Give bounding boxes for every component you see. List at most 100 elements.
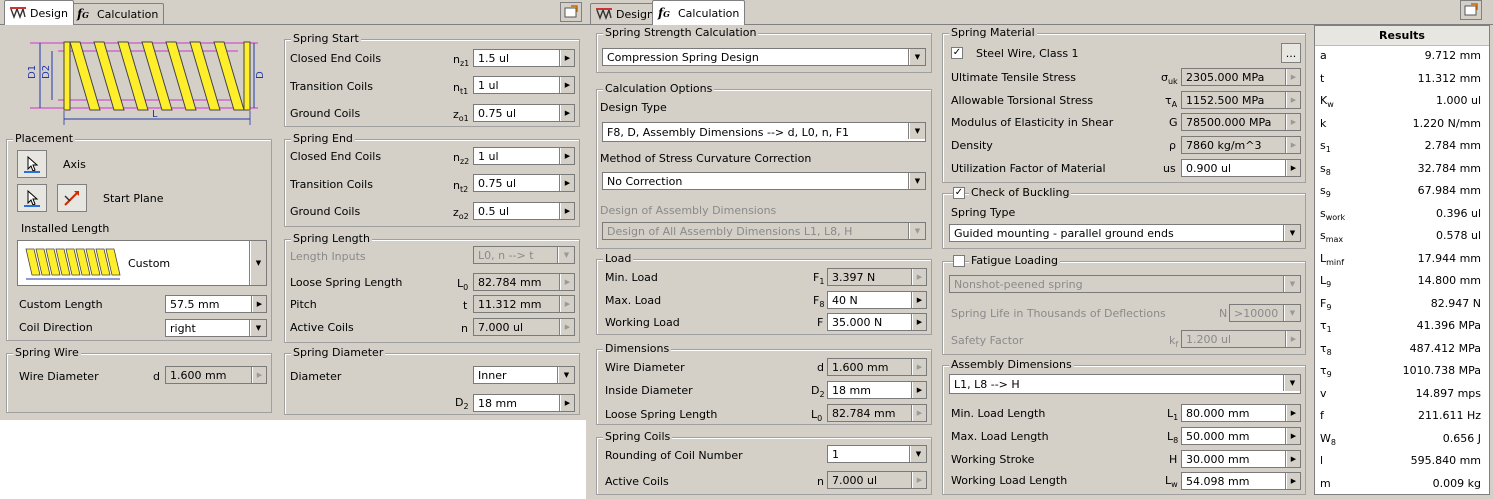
wire-diameter-field[interactable]: 1.600 mm ▶ [827,358,927,376]
wire-diameter-field[interactable]: 1.600 mm ▶ [165,366,267,384]
ground-coils-start-input[interactable]: 0.75 ul ▶ [473,104,575,122]
active-coils-field[interactable]: 7.000 ul ▶ [473,318,575,336]
tab-calculation[interactable]: fG Calculation [71,3,165,24]
pitch-field[interactable]: 11.312 mm ▶ [473,295,575,313]
arrow-right-icon[interactable]: ▶ [912,472,926,488]
chevron-down-icon[interactable]: ▼ [558,367,574,383]
chevron-down-icon[interactable]: ▼ [909,173,925,189]
arrow-right-icon[interactable]: ▶ [912,292,926,308]
closed-end-coils-start-input[interactable]: 1.5 ul ▶ [473,49,575,67]
chevron-down-icon[interactable]: ▼ [250,320,266,336]
min-load-field[interactable]: 3.397 N ▶ [827,268,927,286]
arrow-right-icon[interactable]: ▶ [1286,331,1300,347]
stress-correction-select[interactable]: No Correction ▼ [602,172,926,190]
strength-select[interactable]: Compression Spring Design ▼ [602,48,926,66]
inside-diameter-input[interactable]: 18 mm ▶ [827,381,927,399]
chevron-down-icon[interactable]: ▼ [909,223,925,239]
d2-input[interactable]: 18 mm ▶ [473,394,575,412]
arrow-right-icon[interactable]: ▶ [1286,160,1300,176]
arrow-right-icon[interactable]: ▶ [912,382,926,398]
result-key: t [1320,71,1325,85]
chevron-down-icon[interactable]: ▼ [1284,375,1300,391]
arrow-right-icon[interactable]: ▶ [560,319,574,335]
safety-factor-field[interactable]: 1.200 ul ▶ [1181,330,1301,348]
chevron-down-icon[interactable]: ▼ [250,241,266,285]
assembly-design-select[interactable]: Design of All Assembly Dimensions L1, L8… [602,222,926,240]
expand-icon[interactable] [1460,0,1482,20]
ground-coils-end-input[interactable]: 0.5 ul ▶ [473,202,575,220]
expand-icon[interactable] [560,2,582,22]
arrow-right-icon[interactable]: ▶ [560,296,574,312]
tab-calculation[interactable]: fG Calculation [652,0,746,25]
rounding-select[interactable]: 1 ▼ [827,445,927,463]
arrow-right-icon[interactable]: ▶ [560,50,574,66]
arrow-right-icon[interactable]: ▶ [912,405,926,421]
arrow-right-icon[interactable]: ▶ [1286,428,1300,444]
chevron-down-icon[interactable]: ▼ [1284,276,1300,292]
length-inputs-select[interactable]: L0, n --> t ▼ [473,246,575,264]
shear-modulus-field[interactable]: 78500.000 MPa ▶ [1181,113,1301,131]
custom-length-input[interactable]: 57.5 mm ▶ [165,295,267,313]
arrow-right-icon[interactable]: ▶ [1286,473,1300,489]
transition-coils-end-input[interactable]: 0.75 ul ▶ [473,174,575,192]
fatigue-checkbox[interactable] [953,255,965,267]
chevron-down-icon[interactable]: ▼ [909,123,925,139]
design-type-select[interactable]: F8, D, Assembly Dimensions --> d, L0, n,… [602,122,926,142]
closed-end-coils-end-input[interactable]: 1 ul ▶ [473,147,575,165]
active-coils-field[interactable]: 7.000 ul ▶ [827,471,927,489]
axis-select-button[interactable] [17,150,47,178]
arrow-right-icon[interactable]: ▶ [252,296,266,312]
tab-design[interactable]: Design [4,0,74,25]
working-load-input[interactable]: 35.000 N ▶ [827,313,927,331]
arrow-right-icon[interactable]: ▶ [252,367,266,383]
arrow-right-icon[interactable]: ▶ [1286,92,1300,108]
arrow-right-icon[interactable]: ▶ [1286,137,1300,153]
spring-life-select[interactable]: >10000 ▼ [1229,304,1301,322]
arrow-right-icon[interactable]: ▶ [560,203,574,219]
arrow-right-icon[interactable]: ▶ [912,314,926,330]
spring-type-select[interactable]: Guided mounting - parallel ground ends ▼ [949,224,1301,242]
right-dialog: Design fG Calculation Spring Strength Ca… [586,0,1493,499]
material-browse-button[interactable]: ... [1281,43,1301,63]
loose-spring-length-field[interactable]: 82.784 mm ▶ [473,273,575,291]
arrow-right-icon[interactable]: ▶ [560,395,574,411]
chevron-down-icon[interactable]: ▼ [910,446,926,462]
working-load-length-input[interactable]: 54.098 mm ▶ [1181,472,1301,490]
arrow-right-icon[interactable]: ▶ [560,175,574,191]
arrow-right-icon[interactable]: ▶ [1286,405,1300,421]
arrow-right-icon[interactable]: ▶ [912,269,926,285]
coil-direction-select[interactable]: right ▼ [165,319,267,337]
chevron-down-icon[interactable]: ▼ [909,49,925,65]
torsional-stress-field[interactable]: 1152.500 MPa ▶ [1181,91,1301,109]
working-stroke-input[interactable]: 30.000 mm ▶ [1181,450,1301,468]
loose-spring-length-field[interactable]: 82.784 mm ▶ [827,404,927,422]
arrow-right-icon[interactable]: ▶ [1286,69,1300,85]
peened-select[interactable]: Nonshot-peened spring ▼ [949,275,1301,293]
max-load-length-input[interactable]: 50.000 mm ▶ [1181,427,1301,445]
arrow-right-icon[interactable]: ▶ [1286,114,1300,130]
chevron-down-icon[interactable]: ▼ [558,247,574,263]
max-load-input[interactable]: 40 N ▶ [827,291,927,309]
installed-length-select[interactable]: Custom ▼ [17,240,267,286]
buckling-checkbox[interactable]: ✓ [953,187,965,199]
diameter-select[interactable]: Inner ▼ [473,366,575,384]
arrow-right-icon[interactable]: ▶ [1286,451,1300,467]
material-field[interactable]: Steel Wire, Class 1 [971,44,1279,62]
arrow-right-icon[interactable]: ▶ [560,148,574,164]
arrow-right-icon[interactable]: ▶ [560,274,574,290]
transition-coils-start-input[interactable]: 1 ul ▶ [473,76,575,94]
start-plane-select-button[interactable] [17,184,47,212]
tab-design[interactable]: Design [590,3,660,24]
density-field[interactable]: 7860 kg/m^3 ▶ [1181,136,1301,154]
assembly-mode-select[interactable]: L1, L8 --> H ▼ [949,374,1301,394]
chevron-down-icon[interactable]: ▼ [1284,305,1300,321]
chevron-down-icon[interactable]: ▼ [1284,225,1300,241]
arrow-right-icon[interactable]: ▶ [912,359,926,375]
tensile-stress-field[interactable]: 2305.000 MPa ▶ [1181,68,1301,86]
arrow-right-icon[interactable]: ▶ [560,77,574,93]
min-load-length-input[interactable]: 80.000 mm ▶ [1181,404,1301,422]
utilization-factor-input[interactable]: 0.900 ul ▶ [1181,159,1301,177]
flip-button[interactable] [57,184,87,212]
arrow-right-icon[interactable]: ▶ [560,105,574,121]
material-checkbox[interactable]: ✓ [951,47,963,59]
